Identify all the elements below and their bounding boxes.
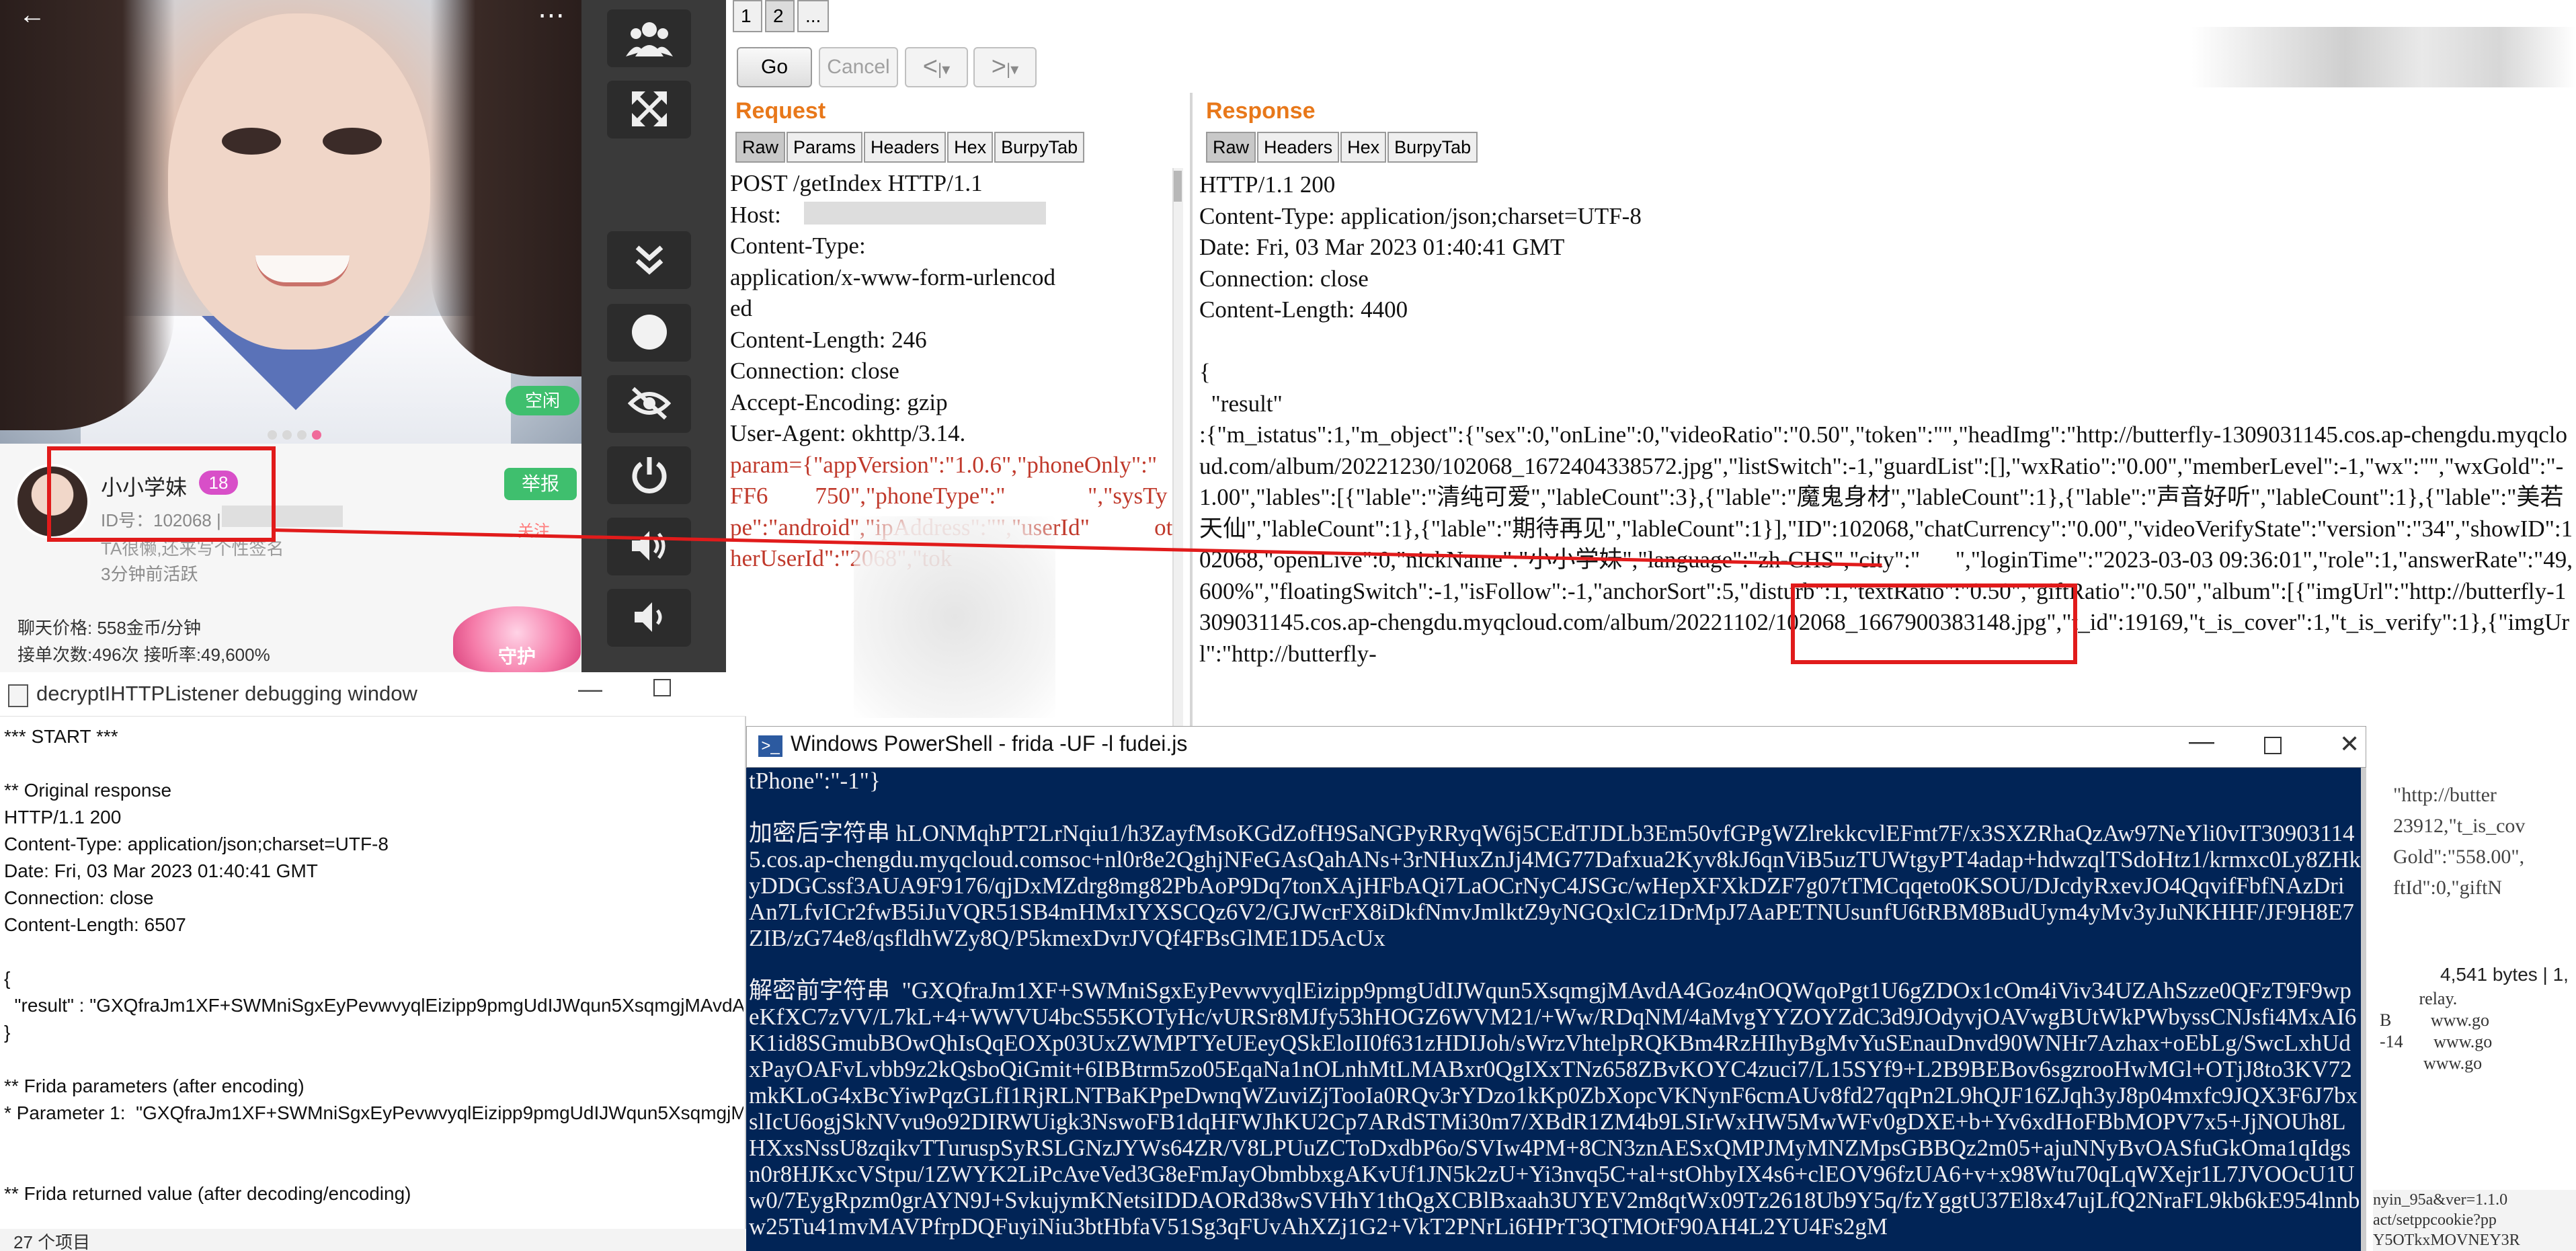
resp-tab-burpytab[interactable]: BurpyTab	[1387, 132, 1478, 163]
back-arrow-icon[interactable]: ←	[19, 0, 46, 30]
status-bar: 27 个项目	[0, 1229, 746, 1251]
carousel-dot-active	[312, 430, 321, 440]
chevron-down-double-icon[interactable]	[607, 231, 691, 289]
request-scrollbar-thumb[interactable]	[1174, 171, 1182, 202]
window-app-icon	[8, 684, 28, 707]
order-stats: 接单次数:496次 接听率:49,600%	[17, 645, 270, 665]
photo-eye-right	[323, 128, 382, 155]
more-icon[interactable]: ⋯	[538, 0, 565, 31]
debug-window-title: decryptIHTTPListener debugging window	[36, 682, 417, 705]
background-url-list: nyin_95a&ver=1.1.0 act/setppcookie?pp Y5…	[2373, 1190, 2576, 1251]
last-active-text: 3分钟前活跃	[101, 564, 198, 584]
request-view-tabs: Raw Params Headers Hex BurpyTab	[735, 132, 1086, 165]
req-tab-raw[interactable]: Raw	[735, 132, 786, 163]
maximize-icon[interactable]	[653, 679, 671, 696]
volume-up-icon[interactable]	[607, 518, 691, 575]
tab-more[interactable]: ...	[797, 0, 830, 32]
tab-2[interactable]: 2	[765, 0, 795, 32]
idle-status-badge: 空闲	[506, 386, 579, 415]
record-icon[interactable]	[607, 304, 691, 362]
background-host-list: relay. B www.go -14 www.go www.go	[2380, 989, 2493, 1073]
carousel-dot	[268, 430, 277, 440]
request-scrollbar[interactable]	[1172, 168, 1183, 726]
carousel-dot	[297, 430, 307, 440]
carousel-dot	[282, 430, 292, 440]
req-tab-params[interactable]: Params	[787, 132, 863, 163]
split-divider[interactable]	[1190, 93, 1193, 726]
chat-price: 聊天价格: 558金币/分钟	[17, 618, 202, 638]
debug-log-text[interactable]: *** START *** ** Original response HTTP/…	[4, 723, 743, 1234]
photo-eye-left	[222, 128, 281, 155]
background-response-text: "http://butter 23912,"t_is_cov Gold":"55…	[2393, 784, 2526, 899]
request-title: Request	[735, 98, 826, 124]
response-title: Response	[1206, 98, 1316, 124]
forward-history-button[interactable]: >|▾	[973, 47, 1037, 87]
fullscreen-icon[interactable]	[607, 81, 691, 138]
group-icon[interactable]	[607, 9, 691, 67]
carousel-indicator	[268, 430, 327, 443]
req-tab-burpytab[interactable]: BurpyTab	[994, 132, 1085, 163]
req-tab-headers[interactable]: Headers	[864, 132, 947, 163]
request-param-name: param=	[730, 451, 803, 478]
minimize-icon[interactable]: —	[578, 675, 602, 703]
req-tab-hex[interactable]: Hex	[947, 132, 994, 163]
photo-hair-left	[0, 0, 175, 430]
response-view-tabs: Raw Headers Hex BurpyTab	[1206, 132, 1479, 165]
close-icon[interactable]: ✕	[2339, 730, 2360, 758]
photo-hair-right	[430, 0, 581, 376]
powershell-title: Windows PowerShell - frida -UF -l fudei.…	[791, 731, 1188, 756]
maximize-icon[interactable]	[2264, 737, 2282, 754]
resp-tab-raw[interactable]: Raw	[1206, 132, 1256, 163]
highlight-box-nickname	[47, 446, 276, 542]
report-button[interactable]: 举报	[504, 468, 577, 500]
powershell-icon: >_	[758, 735, 782, 757]
response-size-label: 4,541 bytes | 1,	[2440, 964, 2569, 985]
tab-1[interactable]: 1	[733, 0, 762, 32]
repeater-tabs: 1 2...	[733, 0, 832, 35]
photo-face	[168, 13, 430, 350]
volume-down-icon[interactable]	[607, 589, 691, 647]
guard-badge[interactable]: 守护	[453, 606, 581, 672]
powershell-output[interactable]: tPhone":"-1"} 加密后字符串 hLONMqhPT2LrNqiu1/h…	[748, 768, 2361, 1251]
resp-tab-headers[interactable]: Headers	[1257, 132, 1340, 163]
minimize-icon[interactable]: —	[2189, 727, 2214, 756]
power-icon[interactable]	[607, 446, 691, 504]
resp-tab-hex[interactable]: Hex	[1340, 132, 1387, 163]
redacted-area	[804, 202, 1046, 225]
redacted-area	[2191, 27, 2576, 87]
back-history-button[interactable]: <|▾	[905, 47, 968, 87]
highlight-box-nickname-json	[1791, 583, 2077, 664]
cancel-button[interactable]: Cancel	[819, 47, 898, 87]
powershell-scrollbar[interactable]	[2361, 768, 2366, 1251]
go-button[interactable]: Go	[737, 47, 812, 87]
eye-hidden-icon[interactable]	[607, 375, 691, 433]
